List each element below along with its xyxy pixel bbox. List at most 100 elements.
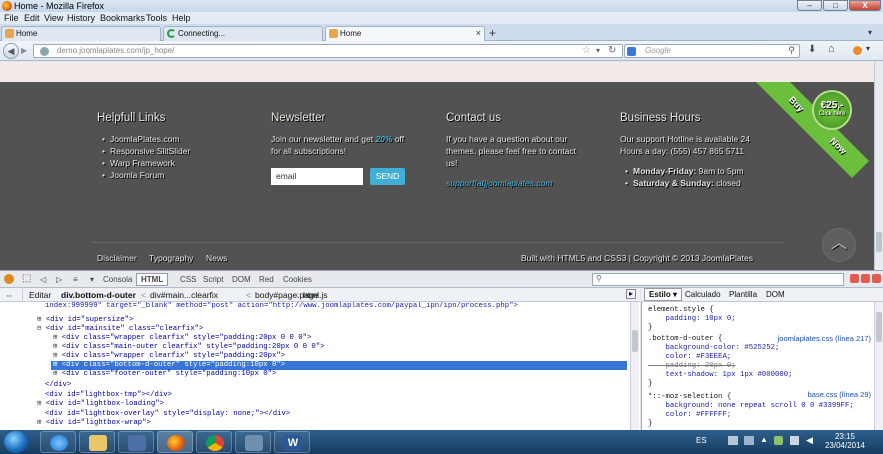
- taskbar-chrome[interactable]: [196, 431, 232, 453]
- devtools-search-input[interactable]: ⚲: [592, 273, 844, 286]
- css-source-link[interactable]: joomlaplates.css (línea 217): [778, 334, 871, 343]
- contact-email-link[interactable]: support[at]joomlaplates.com: [446, 178, 552, 188]
- toolbar-menu-icon[interactable]: ▾: [866, 44, 870, 53]
- tray-flag-icon[interactable]: [774, 436, 783, 445]
- start-button[interactable]: [4, 431, 28, 453]
- html-line[interactable]: ⊟ <div id="mainsite" class="clearfix">: [37, 325, 203, 334]
- taskbar-app[interactable]: [235, 431, 271, 453]
- footer-link-slitslider[interactable]: Responsive SlitSlider: [102, 146, 190, 156]
- bottom-link-news[interactable]: News: [206, 253, 227, 263]
- css-line[interactable]: text-shadow: 1px 1px #000000;: [648, 371, 793, 380]
- maximize-button[interactable]: □: [823, 0, 848, 11]
- css-line[interactable]: }: [648, 420, 652, 429]
- taskbar-clock[interactable]: 23:15 23/04/2014: [815, 432, 875, 450]
- expand-icon[interactable]: ⇔: [5, 290, 14, 300]
- edit-button[interactable]: Editar: [29, 290, 51, 300]
- home-icon[interactable]: ⌂: [828, 43, 835, 55]
- css-line[interactable]: }: [648, 324, 652, 333]
- tab-connecting[interactable]: Connecting...: [163, 26, 323, 41]
- css-line[interactable]: .bottom-d-outer {: [648, 335, 722, 344]
- tray-expand-icon[interactable]: ▲: [760, 435, 768, 444]
- minimize-button[interactable]: –: [797, 0, 822, 11]
- url-bar[interactable]: demo.joomlaplates.com/jp_hope/ ☆ ▾ ↻: [33, 44, 623, 58]
- addon-icon[interactable]: [853, 46, 862, 55]
- css-line[interactable]: *::-moz-selection {: [648, 393, 731, 402]
- footer-link-joomlaplates[interactable]: JoomlaPlates.com: [102, 134, 180, 144]
- html-scroll-thumb[interactable]: [632, 330, 638, 352]
- url-dropdown-icon[interactable]: ▾: [596, 46, 600, 55]
- devtools-tab-red[interactable]: Red: [259, 275, 274, 284]
- bookmark-star-icon[interactable]: ☆: [582, 45, 591, 56]
- buy-now-ribbon[interactable]: Buy Now: [753, 82, 869, 178]
- css-line[interactable]: element.style {: [648, 306, 714, 315]
- menu-edit[interactable]: Edit: [24, 13, 40, 23]
- html-pane-scrollbar[interactable]: [630, 302, 639, 430]
- html-line[interactable]: <div id="lightbox-overlay" style="displa…: [45, 410, 290, 419]
- reload-icon[interactable]: ↻: [608, 45, 616, 56]
- html-line[interactable]: index:999999" target="_blank" method="po…: [45, 302, 518, 311]
- side-tab-plantilla[interactable]: Plantilla: [729, 290, 757, 299]
- taskbar-ie[interactable]: [40, 431, 76, 453]
- html-line[interactable]: ⊞ <div id="lightbox-loading">: [37, 400, 164, 409]
- html-line[interactable]: ⊞ <div class="wrapper clearfix" style="p…: [53, 352, 285, 361]
- devtools-tab-consola[interactable]: Consola: [103, 275, 132, 284]
- download-icon[interactable]: ⬇: [808, 44, 816, 55]
- search-icon[interactable]: ⚲: [788, 45, 795, 56]
- nav-back-icon[interactable]: ◁: [40, 275, 46, 284]
- devtools-tab-dom[interactable]: DOM: [232, 275, 251, 284]
- tray-network-icon[interactable]: [744, 436, 754, 445]
- breadcrumb-item[interactable]: html.js: [303, 290, 328, 300]
- css-source-link[interactable]: base.css (línea 29): [808, 390, 871, 399]
- devtools-tab-script[interactable]: Script: [203, 275, 223, 284]
- menu-view[interactable]: View: [44, 13, 63, 23]
- page-scrollbar-thumb[interactable]: [876, 232, 882, 252]
- css-line[interactable]: color: #F3EEEA;: [648, 353, 732, 362]
- html-line[interactable]: ⊞ <div class="wrapper clearfix" style="p…: [53, 334, 311, 343]
- tray-network-2-icon[interactable]: [790, 436, 799, 445]
- side-tab-dom[interactable]: DOM: [766, 290, 785, 299]
- taskbar-firefox[interactable]: [157, 431, 193, 453]
- menu-history[interactable]: History: [67, 13, 95, 23]
- menu-bookmarks[interactable]: Bookmarks: [100, 13, 145, 23]
- panel-toggle-icon[interactable]: ▸: [626, 289, 636, 299]
- html-line-selected[interactable]: ⊞ <div class="bottom-d-outer" style="pad…: [51, 361, 627, 370]
- close-button[interactable]: X: [849, 0, 881, 11]
- newsletter-send-button[interactable]: SEND: [370, 168, 405, 185]
- forward-icon[interactable]: ▶: [21, 46, 27, 55]
- tray-volume-icon[interactable]: ◀: [806, 435, 813, 446]
- side-tab-calculado[interactable]: Calculado: [685, 290, 721, 299]
- footer-link-warp[interactable]: Warp Framework: [102, 158, 175, 168]
- css-line[interactable]: color: #FFFFFF;: [648, 411, 732, 420]
- devtools-detach-icon[interactable]: [861, 274, 870, 283]
- back-button[interactable]: ◀: [3, 43, 19, 59]
- tab-list-icon[interactable]: ▾: [868, 28, 872, 37]
- css-line-overridden[interactable]: padding: 20px 0;: [648, 362, 736, 371]
- html-line[interactable]: ⊞ <div class="footer-outer" style="paddi…: [53, 370, 276, 379]
- breadcrumb-item[interactable]: div.bottom-d-outer: [61, 290, 136, 300]
- devtools-tab-cookies[interactable]: Cookies: [283, 275, 312, 284]
- css-line[interactable]: }: [648, 380, 652, 389]
- bottom-link-typography[interactable]: Typography: [149, 253, 193, 263]
- css-line[interactable]: background: none repeat scroll 0 0 #3399…: [648, 402, 854, 411]
- bottom-link-disclaimer[interactable]: Disclaimer: [97, 253, 137, 263]
- list-icon[interactable]: ≡: [73, 275, 78, 284]
- html-line[interactable]: ⊞ <div class="main-outer clearfix" style…: [53, 343, 325, 352]
- inspect-icon[interactable]: ⬚: [22, 273, 31, 284]
- breadcrumb-item[interactable]: div#main...clearfix: [150, 290, 218, 300]
- css-line[interactable]: padding: 10px 0;: [648, 315, 736, 324]
- taskbar-media[interactable]: [118, 431, 154, 453]
- menu-help[interactable]: Help: [172, 13, 191, 23]
- tab-home-1[interactable]: Home: [1, 26, 161, 41]
- side-tab-estilo[interactable]: Estilo ▾: [644, 288, 683, 301]
- css-line[interactable]: background-color: #525252;: [648, 344, 780, 353]
- menu-file[interactable]: File: [4, 13, 19, 23]
- devtools-tab-html[interactable]: HTML: [136, 273, 169, 286]
- devtools-tab-css[interactable]: CSS: [180, 275, 196, 284]
- devtools-close-icon[interactable]: [872, 274, 881, 283]
- taskbar-word[interactable]: W: [274, 431, 310, 453]
- footer-link-forum[interactable]: Joomla Forum: [102, 170, 164, 180]
- html-line[interactable]: </div>: [45, 381, 71, 390]
- html-line[interactable]: ⊞ <div id="supersize">: [37, 316, 133, 325]
- css-pane-scrollbar[interactable]: [874, 302, 883, 430]
- language-indicator[interactable]: ES: [696, 436, 707, 445]
